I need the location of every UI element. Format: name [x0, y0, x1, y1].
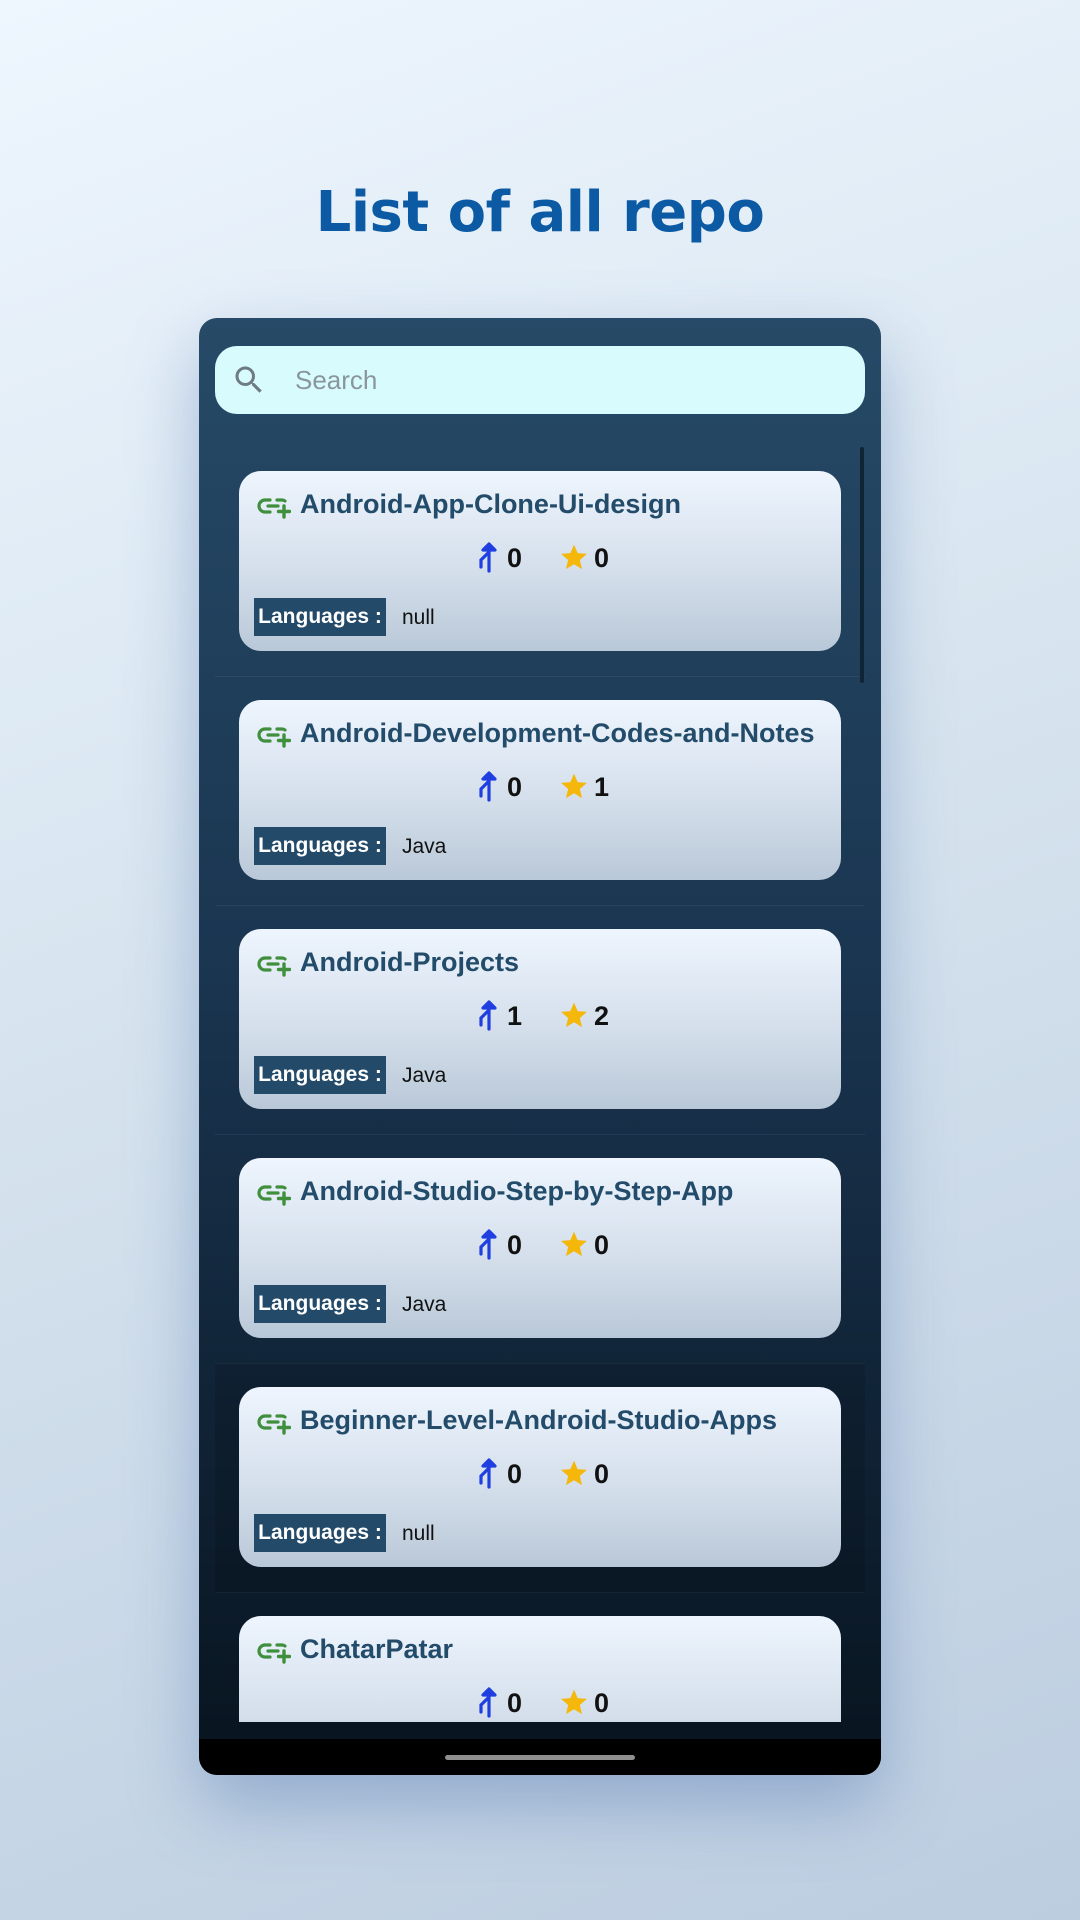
repo-card[interactable]: Android-App-Clone-Ui-design 0 0 Language…: [239, 471, 841, 651]
star-icon: [561, 1002, 587, 1028]
scrollbar[interactable]: [860, 447, 864, 683]
fork-count: 0: [507, 1688, 523, 1718]
star-icon: [561, 1231, 587, 1257]
fork-count: 0: [507, 1230, 523, 1260]
home-indicator[interactable]: [445, 1755, 635, 1760]
repo-name[interactable]: Beginner-Level-Android-Studio-Apps: [300, 1405, 777, 1436]
star-count: 0: [594, 1459, 610, 1489]
repo-name[interactable]: Android-Studio-Step-by-Step-App: [300, 1176, 733, 1207]
languages-label: Languages :: [254, 1285, 386, 1323]
repo-link-icon: [257, 956, 291, 977]
star-count: 1: [594, 772, 610, 802]
list-item[interactable]: Android-Development-Codes-and-Notes 0 1 …: [215, 676, 865, 906]
search-icon: [235, 366, 262, 393]
list-item[interactable]: Beginner-Level-Android-Studio-Apps 0 0 L…: [215, 1363, 865, 1593]
language-value: Java: [402, 1293, 447, 1316]
repo-name[interactable]: Android-App-Clone-Ui-design: [300, 489, 681, 520]
phone-frame: Android-App-Clone-Ui-design 0 0 Language…: [199, 318, 881, 1775]
repo-link-icon: [257, 1414, 291, 1435]
fork-count: 0: [507, 543, 523, 573]
star-count: 2: [594, 1001, 610, 1031]
fork-icon: [479, 1229, 497, 1260]
repo-card[interactable]: Beginner-Level-Android-Studio-Apps 0 0 L…: [239, 1387, 841, 1567]
list-item[interactable]: ChatarPatar 0 0: [215, 1592, 865, 1722]
star-count: 0: [594, 1230, 610, 1260]
fork-icon: [479, 1000, 497, 1031]
star-icon: [561, 1689, 587, 1715]
repo-name[interactable]: Android-Projects: [300, 947, 519, 978]
fork-count: 1: [507, 1001, 523, 1031]
list-item[interactable]: Android-Projects 1 2 Languages : Java: [215, 905, 865, 1135]
star-icon: [561, 544, 587, 570]
search-bar[interactable]: [215, 346, 865, 414]
repo-card[interactable]: Android-Studio-Step-by-Step-App 0 0 Lang…: [239, 1158, 841, 1338]
search-input[interactable]: [293, 363, 837, 397]
repo-link-icon: [257, 727, 291, 748]
list-item[interactable]: Android-App-Clone-Ui-design 0 0 Language…: [215, 447, 865, 677]
language-value: null: [402, 1522, 435, 1545]
fork-icon: [479, 771, 497, 802]
fork-icon: [479, 542, 497, 573]
repo-link-icon: [257, 1643, 291, 1664]
languages-label: Languages :: [254, 827, 386, 865]
repo-card[interactable]: Android-Projects 1 2 Languages : Java: [239, 929, 841, 1109]
star-count: 0: [594, 543, 610, 573]
fork-count: 0: [507, 772, 523, 802]
navigation-bar: [199, 1739, 881, 1775]
repo-card[interactable]: ChatarPatar 0 0: [239, 1616, 841, 1722]
repo-name[interactable]: ChatarPatar: [300, 1634, 453, 1665]
fork-count: 0: [507, 1459, 523, 1489]
list-item[interactable]: Android-Studio-Step-by-Step-App 0 0 Lang…: [215, 1134, 865, 1364]
page-title: List of all repo: [315, 180, 765, 245]
repo-card[interactable]: Android-Development-Codes-and-Notes 0 1 …: [239, 700, 841, 880]
star-icon: [561, 1460, 587, 1486]
language-value: Java: [402, 835, 447, 858]
repo-link-icon: [257, 1185, 291, 1206]
languages-label: Languages :: [254, 1514, 386, 1552]
languages-label: Languages :: [254, 1056, 386, 1094]
language-value: Java: [402, 1064, 447, 1087]
languages-label: Languages :: [254, 598, 386, 636]
fork-icon: [479, 1687, 497, 1718]
fork-icon: [479, 1458, 497, 1489]
repo-link-icon: [257, 498, 291, 519]
star-count: 0: [594, 1688, 610, 1718]
repo-list[interactable]: Android-App-Clone-Ui-design 0 0 Language…: [215, 447, 865, 1722]
language-value: null: [402, 606, 435, 629]
repo-name[interactable]: Android-Development-Codes-and-Notes: [300, 718, 815, 749]
star-icon: [561, 773, 587, 799]
